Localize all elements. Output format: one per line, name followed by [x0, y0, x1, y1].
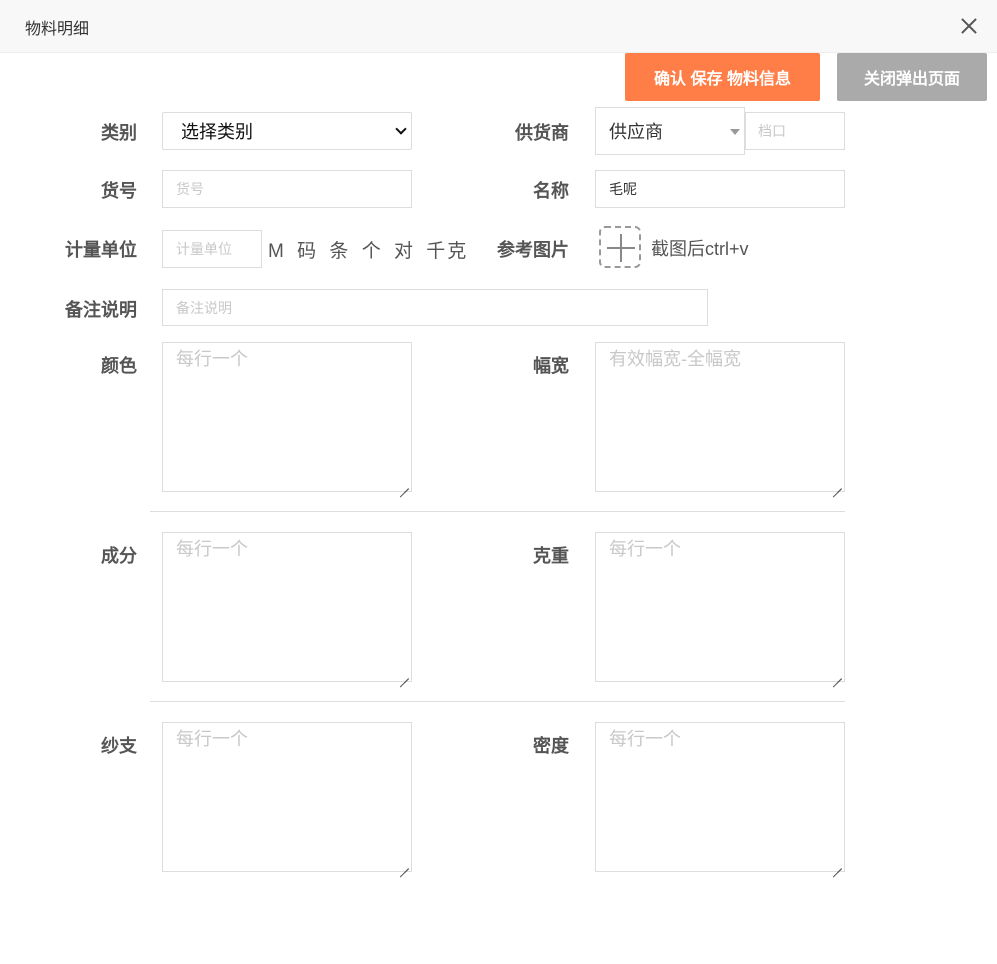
weight-textarea[interactable]: 每行一个	[595, 532, 845, 682]
composition-label: 成分	[101, 546, 137, 566]
unit-option-yard[interactable]: 码	[297, 241, 318, 262]
category-select-value: 选择类别	[181, 122, 253, 142]
width-textarea[interactable]: 有效幅宽-全幅宽	[595, 342, 845, 492]
unit-option-pair[interactable]: 对	[394, 241, 415, 262]
close-icon[interactable]	[959, 16, 979, 36]
width-placeholder: 有效幅宽-全幅宽	[609, 349, 741, 369]
add-image-icon[interactable]	[599, 226, 641, 268]
unit-placeholder: 计量单位	[176, 241, 232, 257]
divider	[150, 701, 845, 702]
save-button[interactable]: 确认 保存 物料信息	[625, 53, 820, 101]
resize-handle-icon[interactable]	[833, 670, 842, 679]
stall-input[interactable]: 档口	[745, 112, 845, 150]
paste-hint: 截图后ctrl+v	[651, 239, 749, 259]
color-label: 颜色	[101, 356, 137, 376]
unit-input[interactable]: 计量单位	[162, 230, 262, 268]
width-label: 幅宽	[533, 356, 569, 376]
item-no-label: 货号	[101, 181, 137, 201]
dialog-header: 物料明细	[0, 0, 997, 53]
density-textarea[interactable]: 每行一个	[595, 722, 845, 872]
name-input[interactable]: 毛呢	[595, 170, 845, 208]
item-no-placeholder: 货号	[176, 181, 204, 197]
divider	[150, 511, 845, 512]
resize-handle-icon[interactable]	[400, 480, 409, 489]
ref-image-label: 参考图片	[497, 240, 569, 260]
resize-handle-icon[interactable]	[833, 480, 842, 489]
unit-option-piece[interactable]: 个	[362, 241, 383, 262]
remark-label: 备注说明	[65, 300, 137, 320]
dialog-title: 物料明细	[25, 21, 90, 38]
unit-option-strip[interactable]: 条	[329, 241, 350, 262]
remark-placeholder: 备注说明	[176, 299, 232, 316]
unit-options: M 码 条 个 对 千克	[268, 236, 472, 263]
resize-handle-icon[interactable]	[400, 860, 409, 869]
composition-textarea[interactable]: 每行一个	[162, 532, 412, 682]
composition-placeholder: 每行一个	[176, 539, 248, 559]
density-label: 密度	[533, 736, 569, 756]
category-select[interactable]: 选择类别	[162, 112, 412, 150]
unit-label: 计量单位	[65, 240, 137, 260]
dropdown-arrow-icon	[730, 129, 740, 135]
resize-handle-icon[interactable]	[400, 670, 409, 679]
yarn-placeholder: 每行一个	[176, 729, 248, 749]
unit-option-kg[interactable]: 千克	[426, 241, 468, 262]
supplier-label: 供货商	[515, 123, 569, 143]
resize-handle-icon[interactable]	[833, 860, 842, 869]
unit-option-m[interactable]: M	[268, 241, 286, 262]
name-label: 名称	[533, 181, 569, 201]
yarn-textarea[interactable]: 每行一个	[162, 722, 412, 872]
color-placeholder: 每行一个	[176, 349, 248, 369]
name-value: 毛呢	[609, 181, 637, 197]
category-label: 类别	[101, 123, 137, 143]
weight-placeholder: 每行一个	[609, 539, 681, 559]
chevron-down-icon	[395, 123, 407, 135]
yarn-label: 纱支	[101, 736, 137, 756]
close-dialog-button[interactable]: 关闭弹出页面	[837, 53, 987, 101]
item-no-input[interactable]: 货号	[162, 170, 412, 208]
weight-label: 克重	[533, 546, 569, 566]
density-placeholder: 每行一个	[609, 729, 681, 749]
color-textarea[interactable]: 每行一个	[162, 342, 412, 492]
supplier-select[interactable]: 供应商	[595, 107, 745, 155]
stall-placeholder: 档口	[758, 123, 786, 139]
supplier-select-value: 供应商	[609, 122, 663, 142]
remark-input[interactable]: 备注说明	[162, 289, 708, 326]
